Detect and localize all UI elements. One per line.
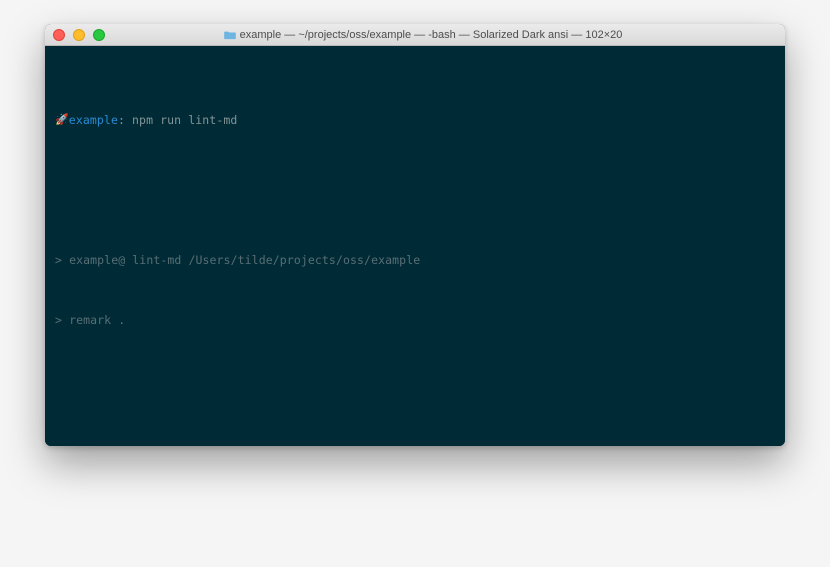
window-title: example — ~/projects/oss/example — -bash… bbox=[69, 29, 777, 41]
npm-output-line: > example@ lint-md /Users/tilde/projects… bbox=[55, 250, 775, 270]
npm-prefix: > bbox=[55, 250, 69, 270]
npm-prefix: > bbox=[55, 310, 69, 330]
rocket-icon: 🚀 bbox=[55, 110, 69, 130]
prompt-line: 🚀 example: npm run lint-md bbox=[55, 110, 775, 130]
prompt-command: npm run lint-md bbox=[132, 110, 237, 130]
prompt-colon: : bbox=[118, 110, 132, 130]
prompt-dir: example bbox=[69, 110, 118, 130]
window-close-button[interactable] bbox=[53, 29, 65, 41]
terminal-window: example — ~/projects/oss/example — -bash… bbox=[45, 24, 785, 446]
window-title-text: example — ~/projects/oss/example — -bash… bbox=[240, 29, 623, 41]
terminal-body[interactable]: 🚀 example: npm run lint-md > example@ li… bbox=[45, 46, 785, 446]
npm-command: remark . bbox=[69, 310, 125, 330]
npm-output-line: > remark . bbox=[55, 310, 775, 330]
folder-icon bbox=[224, 30, 236, 40]
window-titlebar[interactable]: example — ~/projects/oss/example — -bash… bbox=[45, 24, 785, 46]
npm-script-header: example@ lint-md /Users/tilde/projects/o… bbox=[69, 250, 420, 270]
